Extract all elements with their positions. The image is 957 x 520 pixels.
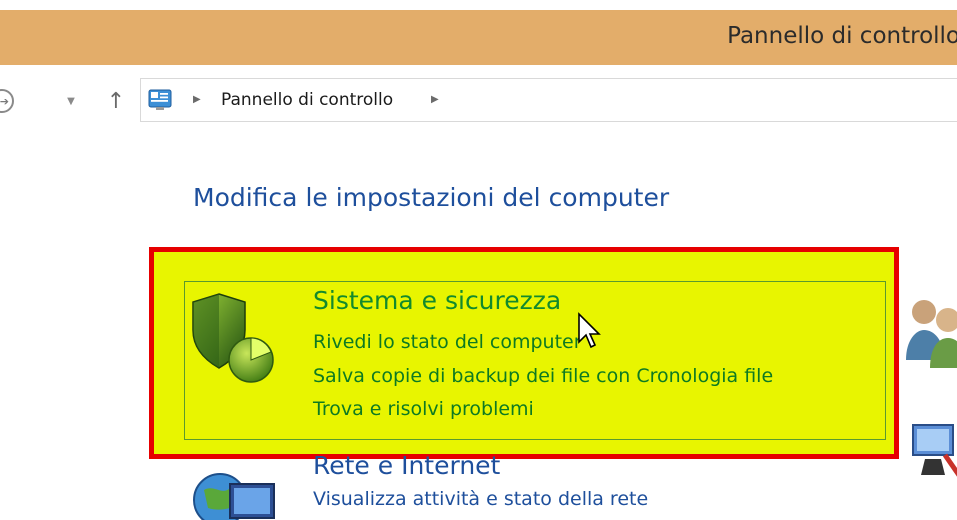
breadcrumb-control-panel[interactable]: Pannello di controllo <box>221 90 393 110</box>
up-arrow-icon[interactable]: ↑ <box>104 88 128 114</box>
category-title[interactable]: Rete e Internet <box>313 451 500 480</box>
globe-network-icon <box>193 473 275 520</box>
category-link[interactable]: Salva copie di backup dei file con Crono… <box>313 365 773 387</box>
page-title: Modifica le impostazioni del computer <box>193 183 670 212</box>
breadcrumb-separator-icon[interactable]: ▶ <box>193 94 201 105</box>
mouse-pointer-icon <box>578 312 601 349</box>
category-title[interactable]: Sistema e sicurezza <box>313 286 561 315</box>
shield-icon <box>192 293 274 383</box>
back-arrow-icon: ➔ <box>0 89 14 113</box>
window-title: Pannello di controllo <box>727 23 957 49</box>
users-icon <box>906 300 957 368</box>
address-bar[interactable]: ▶ Pannello di controllo ▶ <box>140 78 957 122</box>
category-link[interactable]: Trova e risolvi problemi <box>313 398 534 420</box>
category-link[interactable]: Rivedi lo stato del computer <box>313 331 582 353</box>
chevron-down-icon[interactable]: ▼ <box>60 92 82 110</box>
breadcrumb-separator-icon[interactable]: ▶ <box>431 94 439 105</box>
control-panel-icon <box>148 89 172 110</box>
back-button[interactable]: ➔ <box>0 87 16 115</box>
network-icon <box>912 424 957 477</box>
navigation-bar: ➔ ▼ ↑ ▶ Pannello di controllo ▶ <box>0 78 957 124</box>
title-bar: Pannello di controllo <box>0 10 957 65</box>
